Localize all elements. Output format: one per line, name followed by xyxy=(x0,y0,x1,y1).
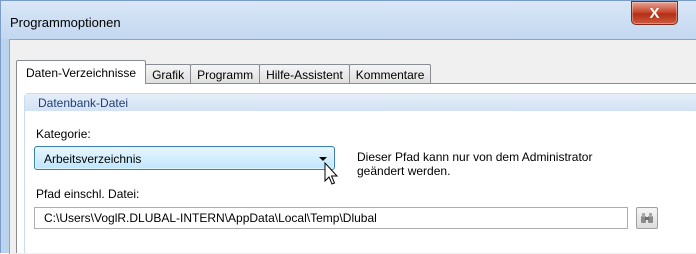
tab-programm[interactable]: Programm xyxy=(190,64,261,84)
kategorie-label: Kategorie: xyxy=(36,127,91,141)
tab-grafik[interactable]: Grafik xyxy=(145,64,192,84)
pfad-label: Pfad einschl. Datei: xyxy=(36,187,140,201)
pfad-value: C:\Users\VoglR.DLUBAL-INTERN\AppData\Loc… xyxy=(44,211,377,225)
chevron-down-icon[interactable] xyxy=(319,157,327,161)
mouse-pointer-icon xyxy=(324,162,338,185)
kategorie-value: Arbeitsverzeichnis xyxy=(44,152,142,166)
tab-hilfe-assistent[interactable]: Hilfe-Assistent xyxy=(259,64,350,84)
kategorie-dropdown[interactable]: Arbeitsverzeichnis xyxy=(34,146,335,170)
group-title: Datenbank-Datei xyxy=(38,96,129,110)
tab-daten-verzeichnisse[interactable]: Daten-Verzeichnisse xyxy=(16,60,147,84)
close-button[interactable]: X xyxy=(631,1,678,25)
tab-bar: Daten-Verzeichnisse Grafik Programm Hilf… xyxy=(16,60,432,84)
close-icon: X xyxy=(649,4,660,22)
tab-kommentare[interactable]: Kommentare xyxy=(348,64,432,84)
title-bar[interactable]: Programmoptionen X xyxy=(1,1,696,39)
admin-note-line1: Dieser Pfad kann nur von dem Administrat… xyxy=(357,150,593,164)
binoculars-icon xyxy=(641,213,653,223)
browse-button[interactable] xyxy=(636,207,658,229)
pfad-input[interactable]: C:\Users\VoglR.DLUBAL-INTERN\AppData\Loc… xyxy=(34,207,628,229)
admin-note-line2: geändert werden. xyxy=(357,164,451,178)
admin-note: Dieser Pfad kann nur von dem Administrat… xyxy=(357,150,592,178)
window-title: Programmoptionen xyxy=(10,15,121,30)
